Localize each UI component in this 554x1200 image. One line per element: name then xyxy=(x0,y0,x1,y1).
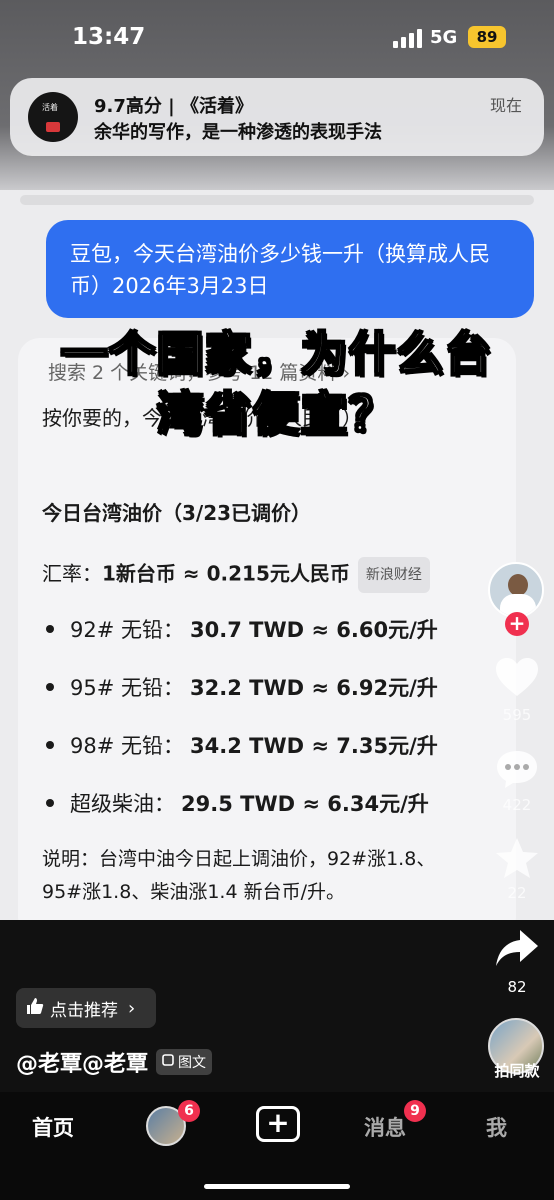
like-count: 595 xyxy=(502,706,532,724)
favorite-count: 22 xyxy=(507,884,527,902)
post-type-tag: 图文 xyxy=(156,1049,213,1075)
author-line[interactable]: @老覃@老覃 图文 xyxy=(16,1046,213,1078)
nav-home[interactable]: 首页 xyxy=(32,1112,74,1142)
chevron-right-icon: › xyxy=(128,997,136,1019)
thumbs-up-icon xyxy=(26,997,44,1020)
same-style-label[interactable]: 拍同款 xyxy=(484,1060,550,1081)
notification-time: 现在 xyxy=(489,96,522,115)
follow-plus-icon[interactable]: + xyxy=(505,612,529,636)
home-indicator xyxy=(204,1184,350,1189)
rate-value: 1新台币 ≈ 0.215元人民币 xyxy=(102,561,350,586)
share-count: 82 xyxy=(507,978,527,996)
comment-count: 422 xyxy=(502,796,532,814)
answer-heading: 今日台湾油价（3/23已调价） xyxy=(42,501,312,525)
price-item-98: 98# 无铅： 34.2 TWD ≈ 7.35元/升 xyxy=(42,730,438,760)
item-name: 超级柴油： xyxy=(70,792,175,816)
bullet-dot xyxy=(46,683,54,691)
nav-me[interactable]: 我 xyxy=(486,1112,507,1142)
share-arrow-icon[interactable] xyxy=(494,928,540,972)
recommend-label: 点击推荐 xyxy=(50,1000,118,1021)
favorite-star-icon[interactable] xyxy=(494,836,540,884)
bullet-dot xyxy=(46,741,54,749)
rate-label: 汇率： xyxy=(42,561,102,586)
item-value: 34.2 TWD ≈ 7.35元/升 xyxy=(190,734,438,758)
item-name: 98# 无铅： xyxy=(70,734,184,758)
item-name: 92# 无铅： xyxy=(70,618,184,642)
network-type: 5G xyxy=(430,27,458,48)
bullet-dot xyxy=(46,799,54,807)
notification-body: 余华的写作，是一种渗透的表现手法 xyxy=(94,122,382,143)
price-item-95: 95# 无铅： 32.2 TWD ≈ 6.92元/升 xyxy=(42,672,438,702)
nav-messages[interactable]: 消息 xyxy=(364,1112,406,1142)
price-item-diesel: 超级柴油： 29.5 TWD ≈ 6.34元/升 xyxy=(42,788,429,818)
overlay-caption-line-1: 一个国家，为什么台 xyxy=(60,326,493,382)
item-value: 30.7 TWD ≈ 6.60元/升 xyxy=(190,618,438,642)
notification-app-icon: 活着 xyxy=(28,92,78,142)
friends-badge: 6 xyxy=(178,1100,200,1122)
create-post-button[interactable]: + xyxy=(256,1106,300,1142)
messages-badge: 9 xyxy=(404,1100,426,1122)
user-message-bubble: 豆包，今天台湾油价多少钱一升（换算成人民币）2026年3月23日 xyxy=(46,220,534,318)
image-text-icon xyxy=(162,1054,174,1070)
item-name: 95# 无铅： xyxy=(70,676,184,700)
item-value: 32.2 TWD ≈ 6.92元/升 xyxy=(190,676,438,700)
seal-icon xyxy=(46,122,60,132)
author-name[interactable]: @老覃@老覃 xyxy=(16,1046,148,1078)
post-type-label: 图文 xyxy=(178,1055,207,1071)
bullet-dot xyxy=(46,625,54,633)
note-line-2: 95#涨1.8、柴油涨1.4 新台币/升。 xyxy=(42,881,345,903)
app-icon-text: 活着 xyxy=(42,103,58,112)
battery-icon: 89 xyxy=(468,26,506,48)
note-line-1: 说明：台湾中油今日起上调油价，92#涨1.8、 xyxy=(42,848,436,870)
notification-title: 9.7高分 | 《活着》 xyxy=(94,96,253,117)
faint-divider xyxy=(20,195,534,205)
notification-banner[interactable]: 活着 9.7高分 | 《活着》 余华的写作，是一种渗透的表现手法 现在 xyxy=(10,78,544,156)
cellular-signal-icon xyxy=(393,28,422,48)
rate-source: 新浪财经 xyxy=(357,557,430,593)
price-item-92: 92# 无铅： 30.7 TWD ≈ 6.60元/升 xyxy=(42,614,438,644)
clock: 13:47 xyxy=(72,24,146,50)
recommend-button[interactable]: 点击推荐 › xyxy=(16,988,156,1028)
item-value: 29.5 TWD ≈ 6.34元/升 xyxy=(181,792,429,816)
like-heart-icon[interactable] xyxy=(494,656,540,702)
creator-avatar[interactable] xyxy=(488,562,544,618)
overlay-caption-line-2: 湾省便宜？ xyxy=(156,386,397,442)
status-bar: 13:47 5G 89 xyxy=(0,0,554,76)
comment-icon[interactable] xyxy=(494,748,540,794)
rate-row: 汇率：1新台币 ≈ 0.215元人民币 新浪财经 xyxy=(42,557,430,593)
